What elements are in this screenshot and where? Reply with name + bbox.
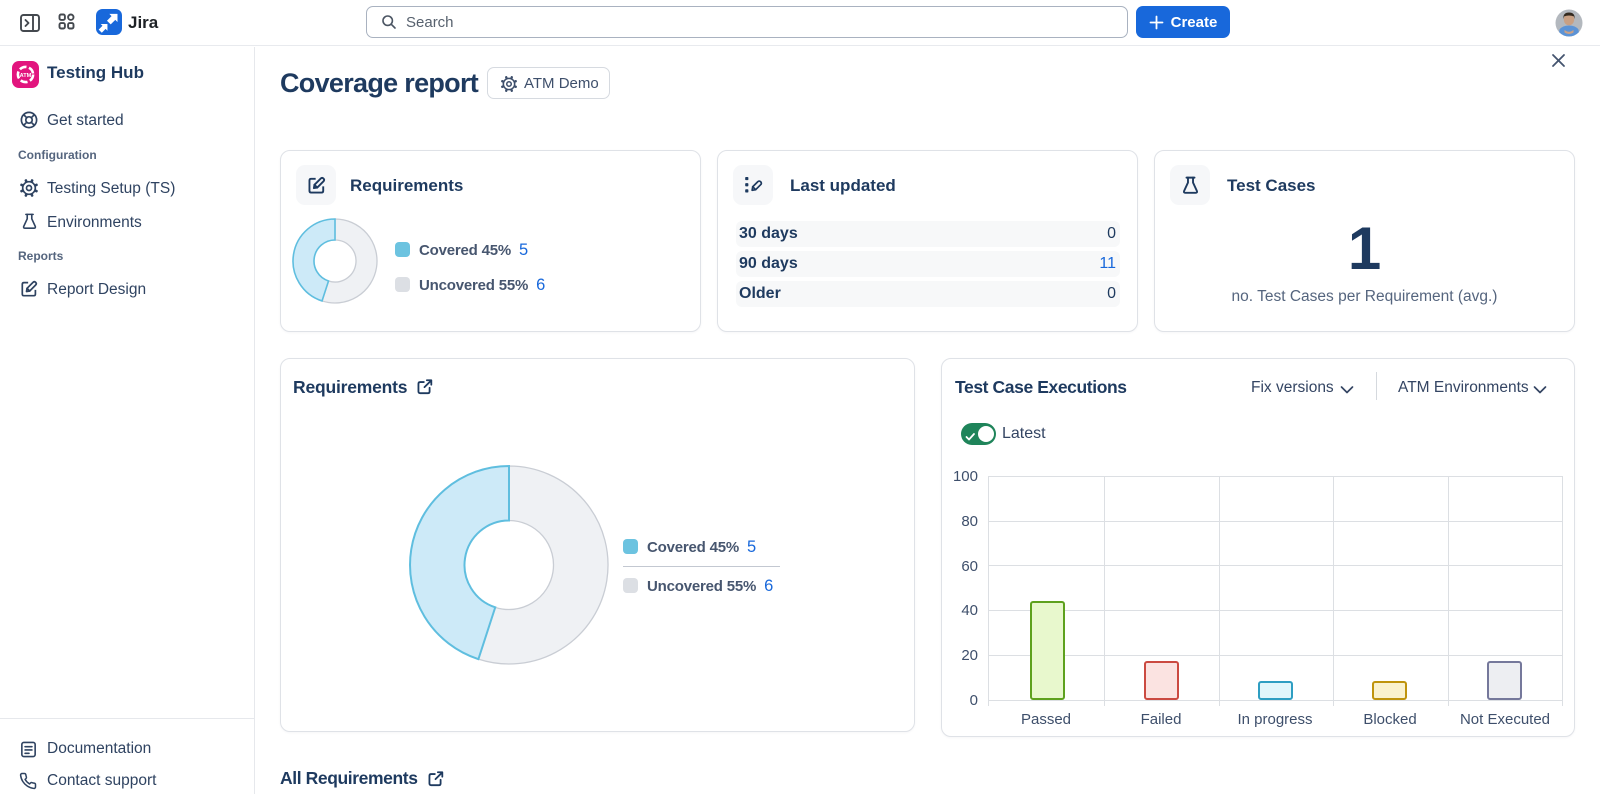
svg-text:ATM: ATM — [20, 73, 32, 79]
